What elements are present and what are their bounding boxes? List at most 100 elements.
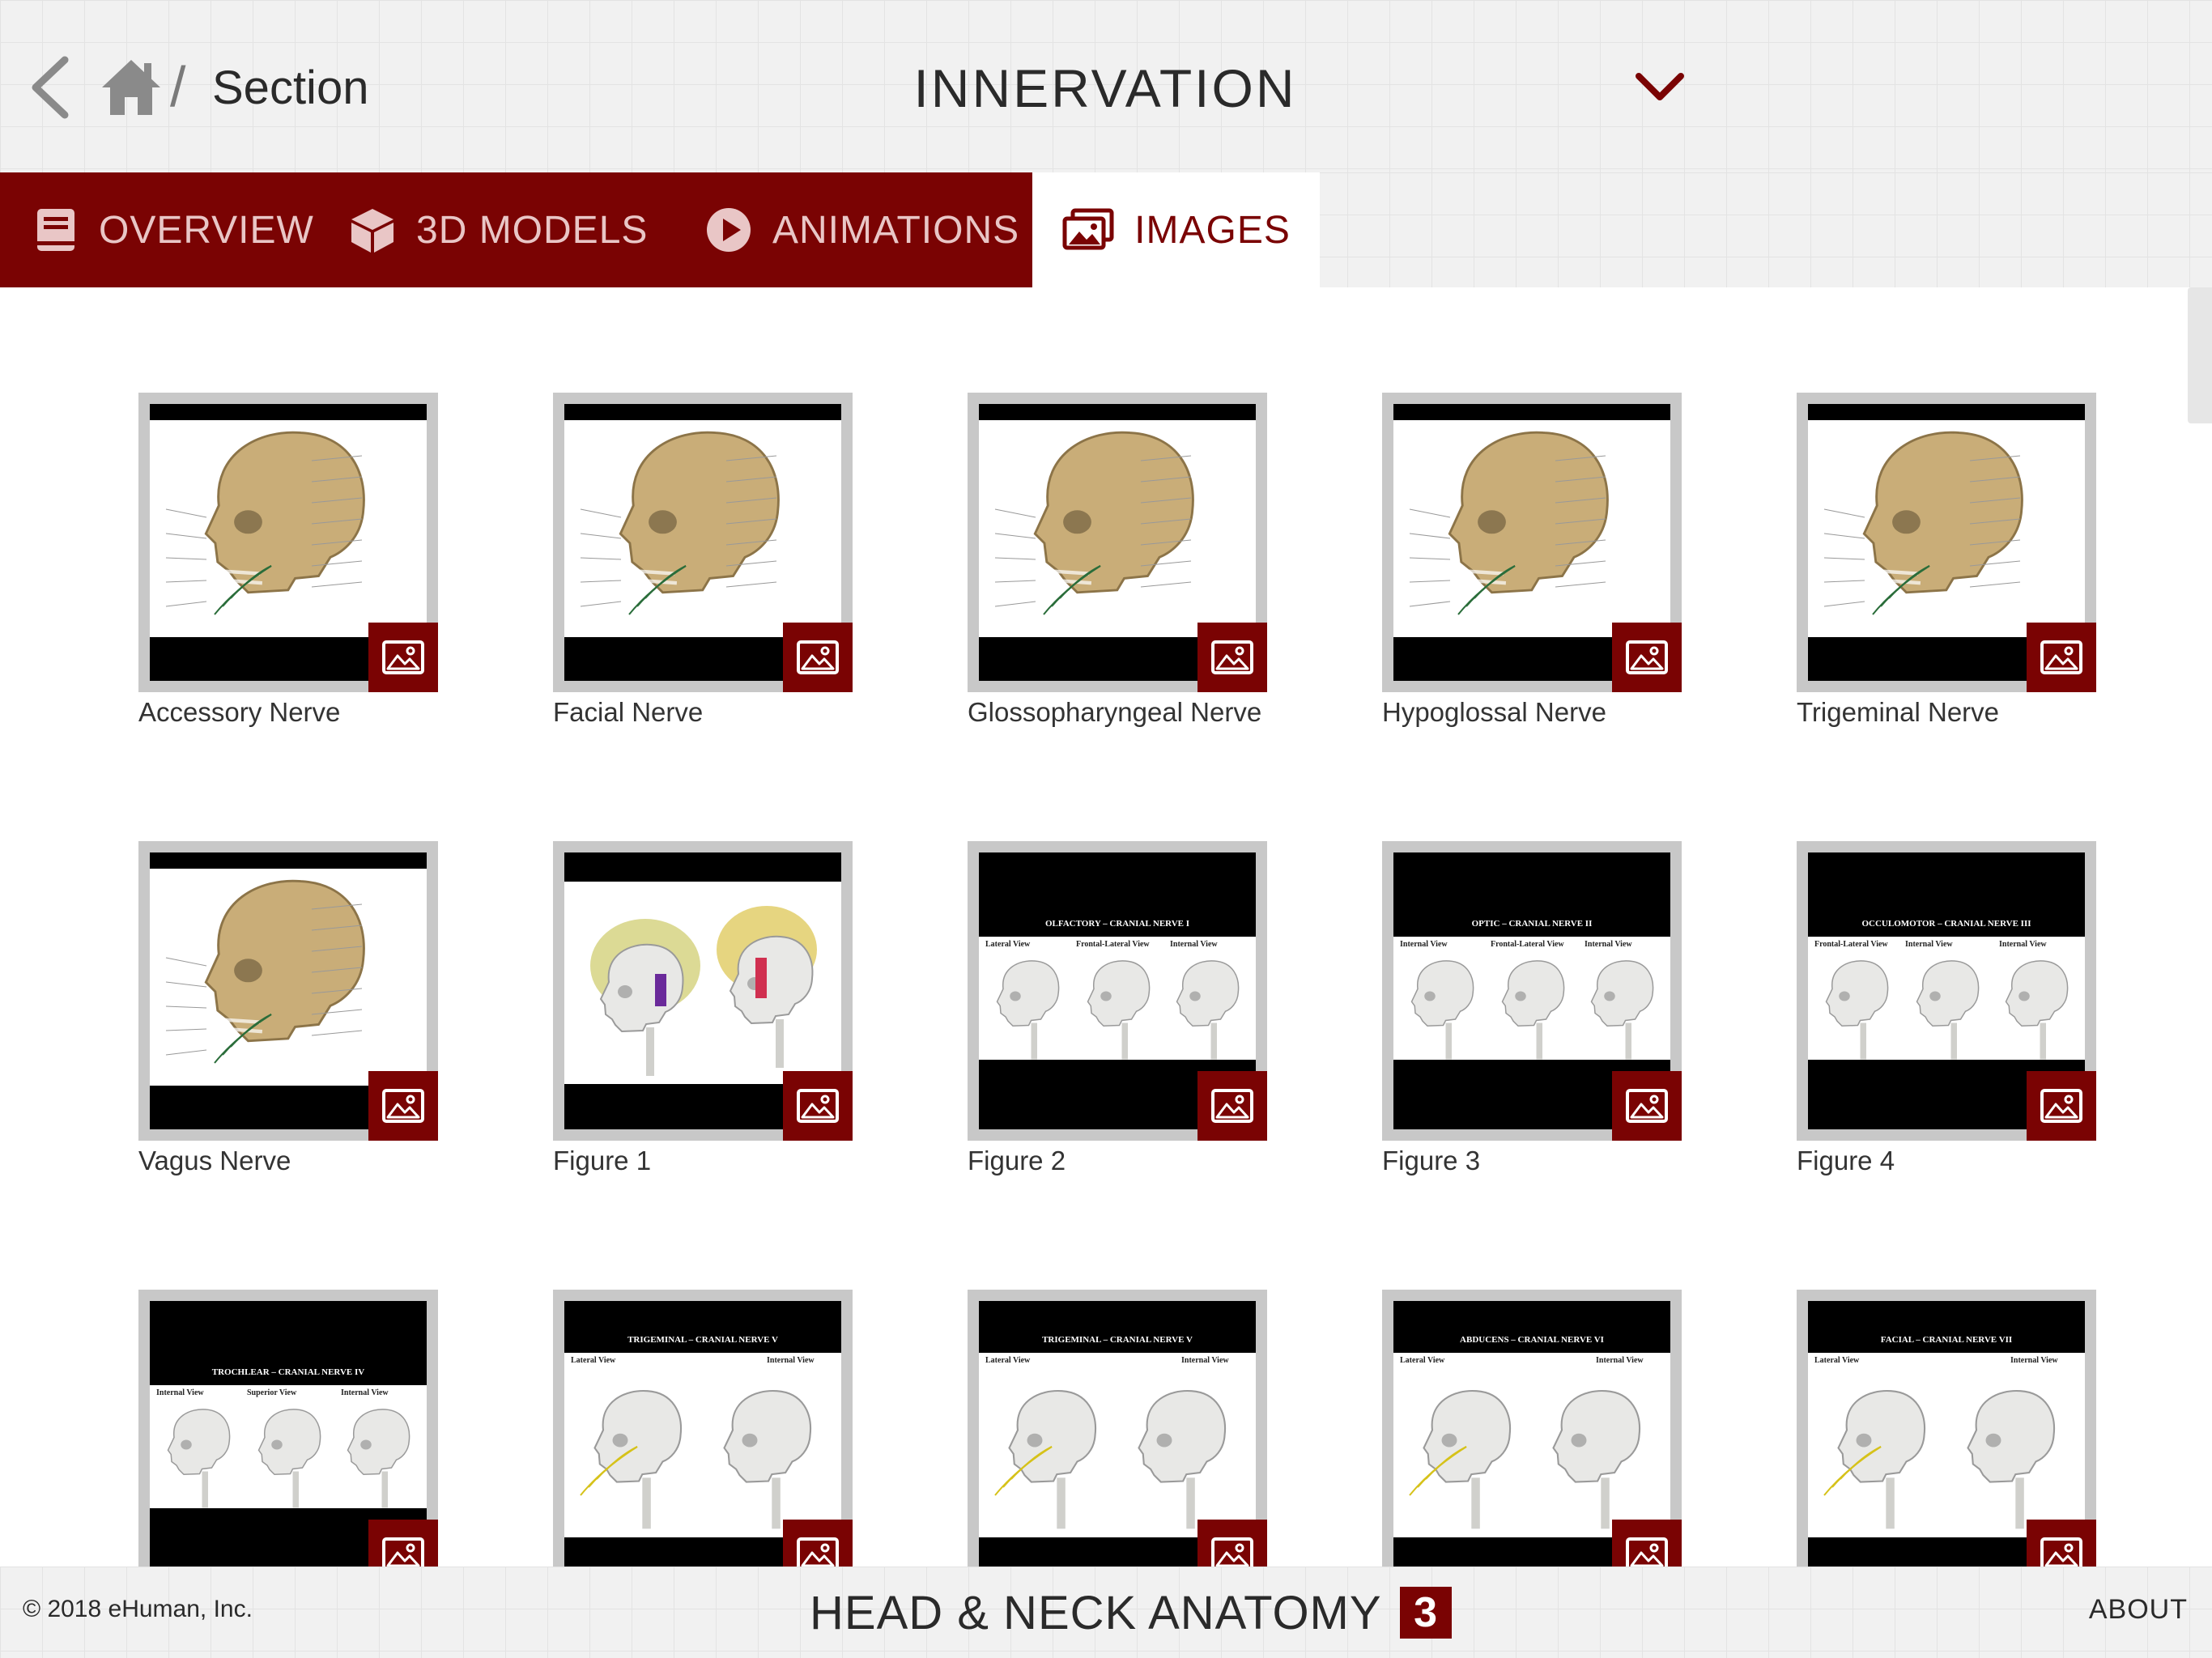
image-card[interactable]: Vagus Nerve <box>138 841 438 1176</box>
tab-overview-label: OVERVIEW <box>99 208 314 252</box>
figure-view-label: Lateral View <box>985 940 1031 949</box>
image-caption: Trigeminal Nerve <box>1797 697 2000 727</box>
tab-images-label: IMAGES <box>1134 208 1291 252</box>
figure-panel-title: FACIAL – CRANIAL NERVE VII <box>1880 1335 2013 1345</box>
image-card[interactable]: TRIGEMINAL – CRANIAL NERVE V Lateral View… <box>553 1290 853 1567</box>
scrollbar[interactable] <box>2188 287 2212 423</box>
cube-icon <box>351 209 393 253</box>
figure-view-label: Frontal-Lateral View <box>1491 940 1564 949</box>
image-icon <box>2040 1089 2082 1123</box>
figure-view-label: Internal View <box>341 1388 389 1397</box>
chevron-down-icon <box>1636 73 1684 100</box>
figure-panel-title: TRIGEMINAL – CRANIAL NERVE V <box>1042 1335 1193 1345</box>
image-icon <box>1626 1537 1668 1567</box>
image-card[interactable]: Hypoglossal Nerve <box>1382 393 1682 728</box>
figure-view-label: Internal View <box>2010 1356 2058 1365</box>
app-brand-number: 3 <box>1399 1587 1452 1639</box>
image-card[interactable]: Accessory Nerve <box>138 393 438 728</box>
back-button[interactable] <box>24 49 76 126</box>
image-thumbnail[interactable] <box>138 841 438 1141</box>
image-card[interactable]: Glossopharyngeal Nerve <box>968 393 1267 728</box>
image-thumbnail[interactable]: FACIAL – CRANIAL NERVE VII Lateral View In… <box>1797 1290 2096 1567</box>
figure-view-label: Frontal-Lateral View <box>1814 940 1888 949</box>
image-thumbnail[interactable] <box>138 393 438 692</box>
tab-animations[interactable]: ANIMATIONS <box>704 172 1019 287</box>
image-caption: Figure 1 <box>553 1146 652 1175</box>
figure-view-label: Internal View <box>1585 940 1632 949</box>
image-card[interactable]: Figure 1 <box>553 841 853 1176</box>
image-thumbnail[interactable] <box>553 841 853 1141</box>
image-thumbnail[interactable] <box>1382 393 1682 692</box>
image-icon <box>1626 640 1668 674</box>
image-badge <box>1197 623 1267 692</box>
image-thumbnail[interactable]: OLFACTORY – CRANIAL NERVE I Lateral View F… <box>968 841 1267 1141</box>
image-icon <box>797 640 839 674</box>
image-badge <box>783 1071 853 1141</box>
image-card[interactable]: Facial Nerve <box>553 393 853 728</box>
image-card[interactable]: OCCULOMOTOR – CRANIAL NERVE III Frontal-L… <box>1797 841 2096 1176</box>
image-thumbnail[interactable]: TROCHLEAR – CRANIAL NERVE IV Internal Vie… <box>138 1290 438 1567</box>
tab-images[interactable]: IMAGES <box>1032 172 1320 287</box>
figure-panel-title: OLFACTORY – CRANIAL NERVE I <box>1044 919 1190 929</box>
image-caption: Glossopharyngeal Nerve <box>968 697 1262 727</box>
app-brand: HEAD & NECK ANATOMY 3 <box>810 1584 1452 1641</box>
figure-view-label: Lateral View <box>1400 1356 1445 1365</box>
image-thumbnail[interactable]: ABDUCENS – CRANIAL NERVE VI Lateral View I… <box>1382 1290 1682 1567</box>
image-badge <box>1612 1071 1682 1141</box>
breadcrumb-section[interactable]: Section <box>212 52 368 125</box>
image-icon <box>1211 1089 1253 1123</box>
image-icon <box>797 1537 839 1567</box>
image-card[interactable]: Trigeminal Nerve <box>1797 393 2096 728</box>
image-thumbnail[interactable] <box>1797 393 2096 692</box>
image-badge <box>783 623 853 692</box>
image-card[interactable]: TROCHLEAR – CRANIAL NERVE IV Internal Vie… <box>138 1290 438 1567</box>
image-card[interactable]: OPTIC – CRANIAL NERVE II Internal View Fro… <box>1382 841 1682 1176</box>
image-icon <box>1626 1089 1668 1123</box>
image-icon <box>2040 1537 2082 1567</box>
figure-panel-title: TRIGEMINAL – CRANIAL NERVE V <box>627 1335 778 1345</box>
header: / Section INNERVATION <box>0 0 2212 172</box>
figure-panel-title: OCCULOMOTOR – CRANIAL NERVE III <box>1861 919 2031 929</box>
copyright-text: © 2018 eHuman, Inc. <box>23 1596 253 1622</box>
figure-view-label: Superior View <box>247 1388 297 1397</box>
image-thumbnail[interactable]: OPTIC – CRANIAL NERVE II Internal View Fro… <box>1382 841 1682 1141</box>
about-link[interactable]: ABOUT <box>2089 1594 2188 1626</box>
image-badge <box>2027 1520 2096 1567</box>
image-card[interactable]: FACIAL – CRANIAL NERVE VII Lateral View In… <box>1797 1290 2096 1567</box>
section-dropdown-button[interactable] <box>1627 63 1692 112</box>
image-icon <box>382 1537 424 1567</box>
image-caption: Figure 4 <box>1797 1146 1895 1175</box>
home-button[interactable] <box>99 55 164 120</box>
figure-view-label: Internal View <box>1999 940 2047 949</box>
image-caption: Figure 2 <box>968 1146 1066 1175</box>
figure-view-label: Internal View <box>1181 1356 1229 1365</box>
image-thumbnail[interactable]: TRIGEMINAL – CRANIAL NERVE V Lateral View… <box>553 1290 853 1567</box>
image-icon <box>1211 640 1253 674</box>
tab-3d-models[interactable]: 3D MODELS <box>348 172 648 287</box>
tab-animations-label: ANIMATIONS <box>772 208 1020 252</box>
app-brand-text: HEAD & NECK ANATOMY <box>810 1586 1382 1639</box>
image-caption: Facial Nerve <box>553 697 704 727</box>
image-badge <box>368 1520 438 1567</box>
image-thumbnail[interactable] <box>968 393 1267 692</box>
image-card[interactable]: TRIGEMINAL – CRANIAL NERVE V Lateral View… <box>968 1290 1267 1567</box>
tab-overview[interactable]: OVERVIEW <box>34 172 314 287</box>
image-icon <box>797 1089 839 1123</box>
images-icon <box>1062 208 1114 250</box>
image-caption: Accessory Nerve <box>138 697 341 727</box>
image-badge <box>1197 1520 1267 1567</box>
book-icon <box>37 209 74 251</box>
figure-view-label: Internal View <box>1905 940 1953 949</box>
figure-view-label: Lateral View <box>571 1356 616 1365</box>
image-thumbnail[interactable]: TRIGEMINAL – CRANIAL NERVE V Lateral View… <box>968 1290 1267 1567</box>
image-caption: Vagus Nerve <box>138 1146 291 1175</box>
image-thumbnail[interactable] <box>553 393 853 692</box>
image-card[interactable]: ABDUCENS – CRANIAL NERVE VI Lateral View I… <box>1382 1290 1682 1567</box>
figure-panel-title: ABDUCENS – CRANIAL NERVE VI <box>1460 1335 1604 1345</box>
image-card[interactable]: OLFACTORY – CRANIAL NERVE I Lateral View F… <box>968 841 1267 1176</box>
chevron-left-icon <box>32 56 69 119</box>
figure-view-label: Internal View <box>1400 940 1448 949</box>
image-thumbnail[interactable]: OCCULOMOTOR – CRANIAL NERVE III Frontal-L… <box>1797 841 2096 1141</box>
image-icon <box>1211 1537 1253 1567</box>
image-icon <box>2040 640 2082 674</box>
